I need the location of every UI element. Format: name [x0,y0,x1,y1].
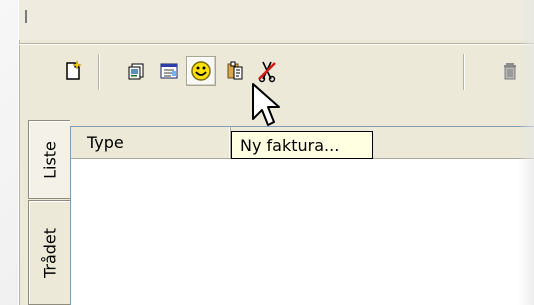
tab-liste[interactable]: Liste [28,120,70,199]
app-screenshot: Liste Trådet Type Ny faktura... [0,0,534,305]
upper-panel [19,0,534,40]
column-header-type-label: Type [87,133,124,152]
toolbar-divider [98,54,100,90]
new-invoice-button[interactable] [186,56,216,86]
tab-tradet[interactable]: Trådet [28,200,70,305]
view-tabs: Liste Trådet [28,120,70,305]
tab-tradet-label: Trådet [40,227,59,278]
toolbar-tooltip: Ny faktura... [231,131,373,159]
smiley-icon [191,61,211,81]
window-list-button[interactable] [154,56,184,86]
toolbar-separator [19,43,534,45]
list-body[interactable] [71,159,534,305]
document-view-icon [128,63,144,80]
tooltip-text: Ny faktura... [240,136,340,155]
delete-button[interactable] [495,56,525,86]
paste-document-button[interactable] [220,56,250,86]
trash-icon [504,63,516,80]
document-view-button[interactable] [122,56,152,86]
paste-document-icon [227,61,243,80]
column-header-type[interactable]: Type [71,127,231,158]
mouse-cursor [252,83,280,127]
window-list-icon [160,63,178,79]
pointer-arrow-icon [252,83,280,126]
toolbar-divider-right [463,54,465,90]
new-document-icon [66,60,82,80]
disabled-tools-button[interactable] [252,56,282,86]
new-document-button[interactable] [58,56,88,86]
tab-liste-label: Liste [40,140,59,179]
no-scissors-icon [258,61,276,83]
panel-marker [25,10,27,23]
